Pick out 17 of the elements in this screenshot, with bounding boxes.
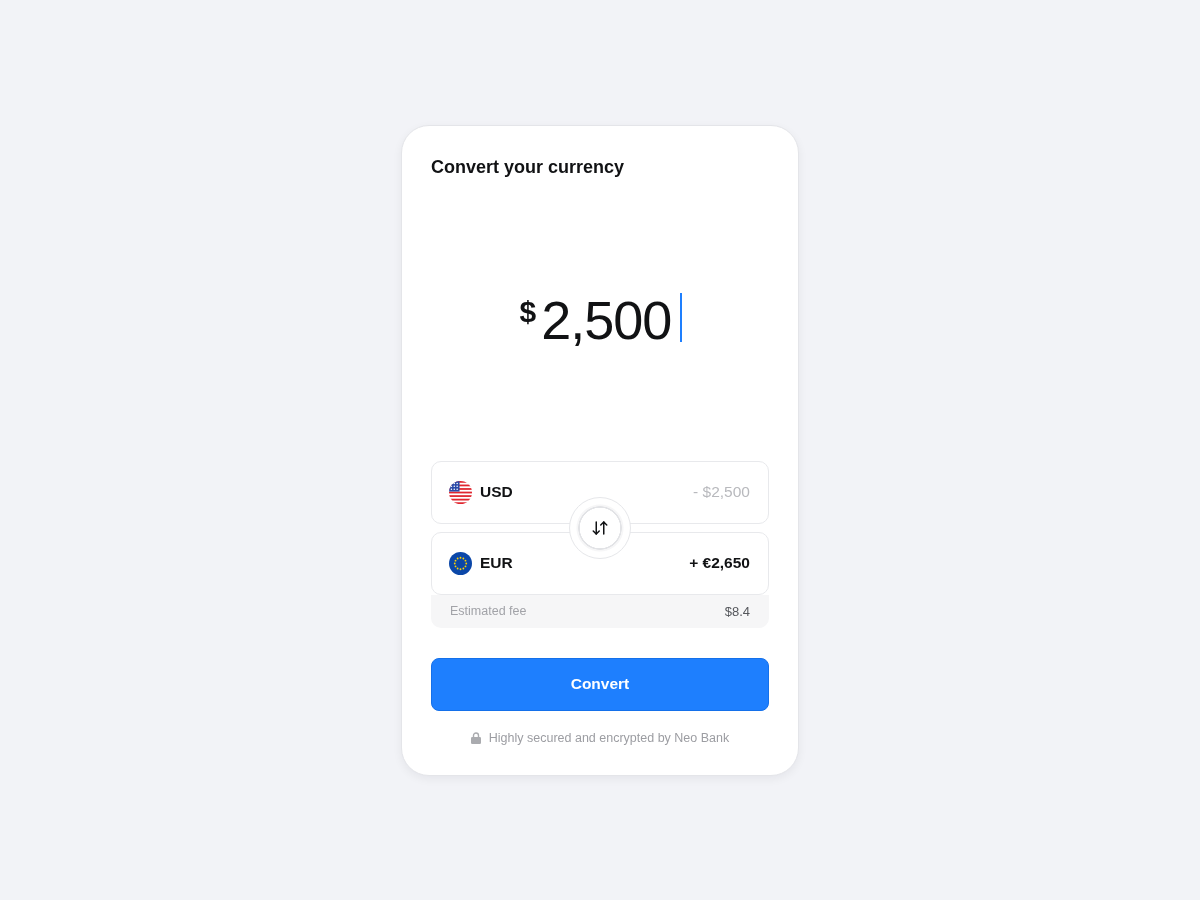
card-title: Convert your currency bbox=[431, 155, 625, 179]
converted-amount: + €2,650 bbox=[689, 554, 750, 572]
fee-label: Estimated fee bbox=[450, 604, 527, 618]
currency-code: USD bbox=[480, 483, 513, 501]
swap-arrows-icon bbox=[591, 518, 609, 537]
currency-symbol: $ bbox=[519, 294, 537, 329]
amount-value[interactable]: 2,500 bbox=[541, 288, 672, 351]
lock-icon bbox=[470, 731, 481, 744]
flag-icon bbox=[449, 551, 472, 575]
fee-value: $8.4 bbox=[724, 603, 750, 619]
convert-button[interactable]: Convert bbox=[431, 657, 769, 711]
currency-row[interactable]: USD - $2,500 bbox=[431, 460, 769, 524]
flag-icon bbox=[449, 480, 472, 504]
converted-amount: - $2,500 bbox=[693, 483, 750, 501]
security-note: Highly secured and encrypted by Neo Bank bbox=[488, 730, 730, 745]
currency-code: EUR bbox=[480, 554, 513, 572]
currency-row[interactable]: EUR + €2,650 bbox=[431, 531, 769, 595]
